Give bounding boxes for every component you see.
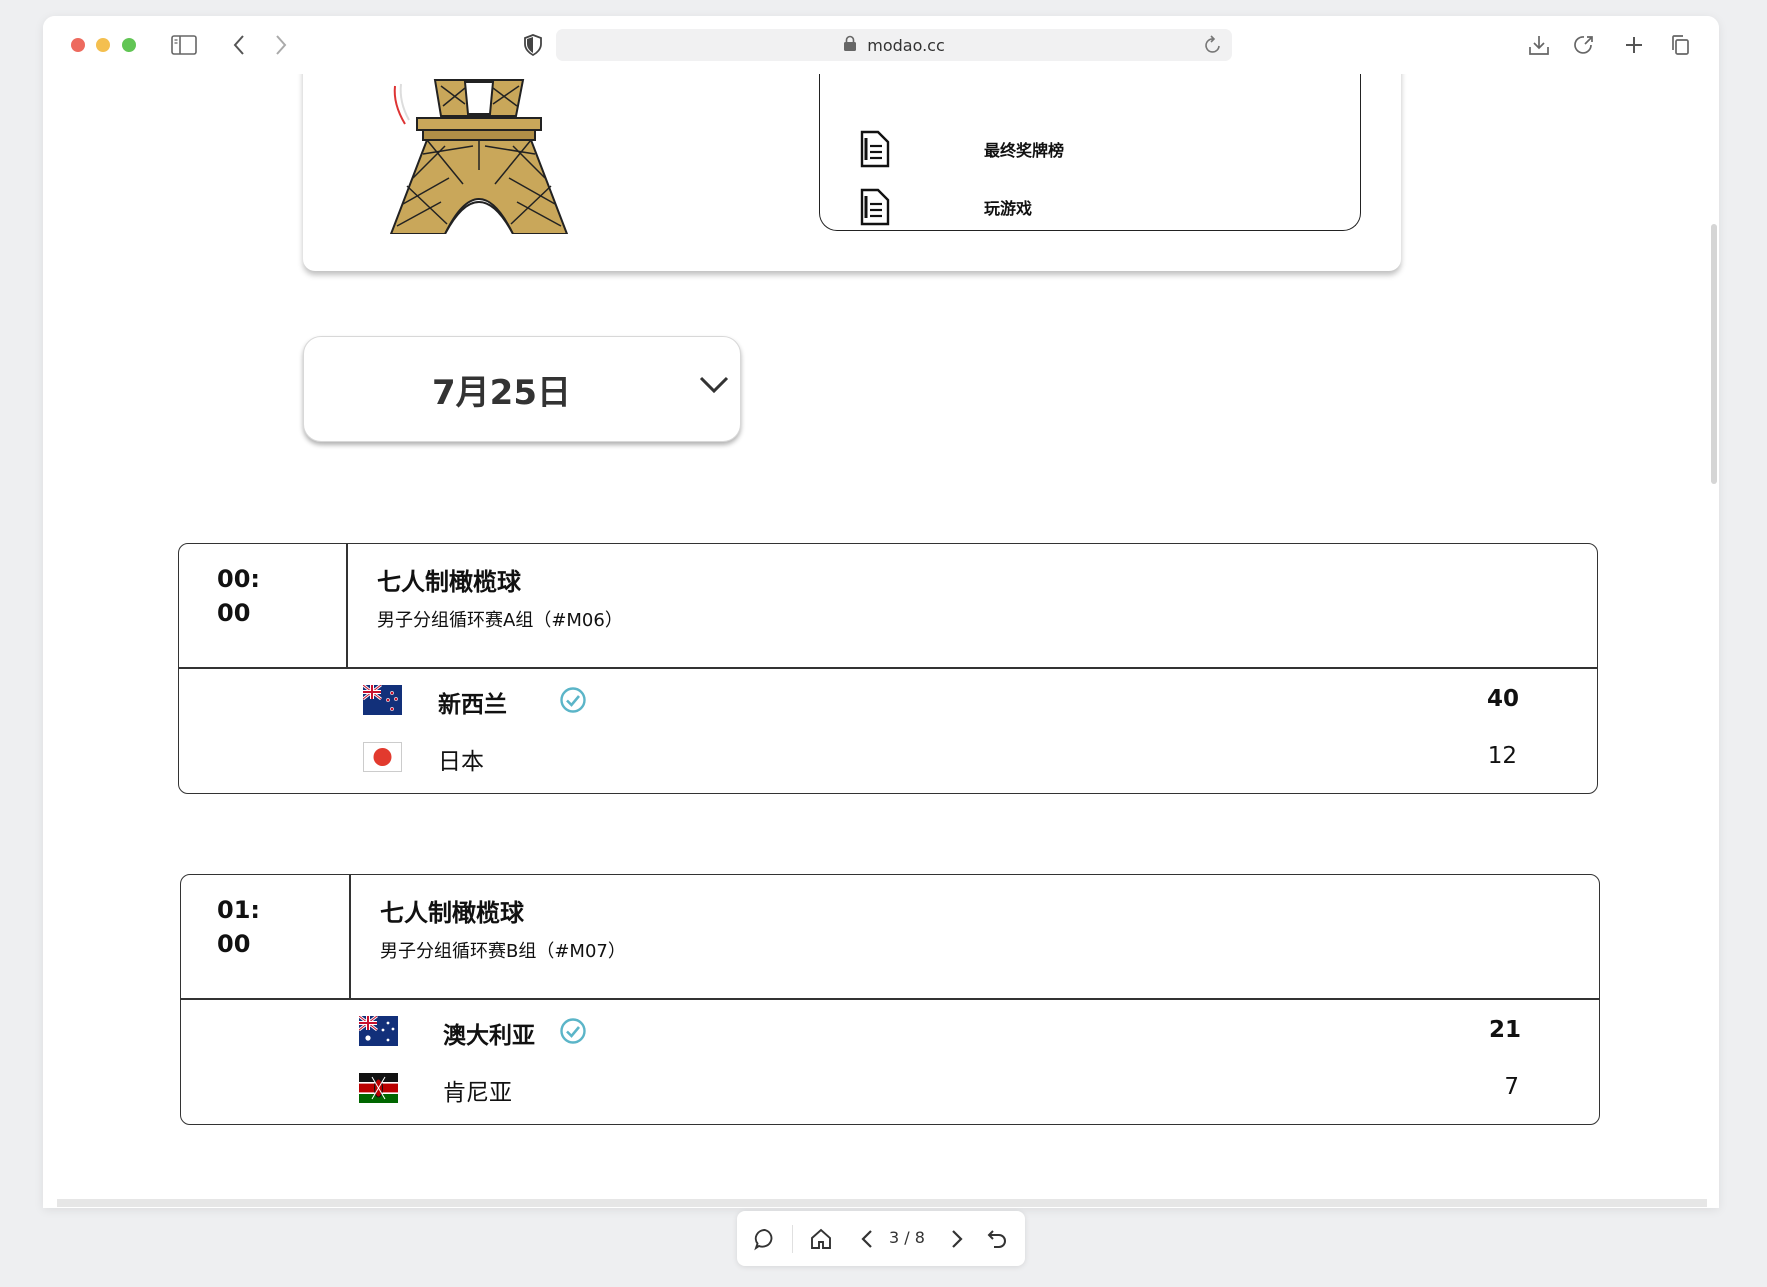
kenya-flag-icon xyxy=(359,1073,398,1103)
chevron-down-icon xyxy=(698,375,730,399)
previous-page-icon[interactable] xyxy=(853,1225,881,1253)
team-score: 7 xyxy=(1504,1074,1519,1100)
new-tab-icon[interactable] xyxy=(1621,32,1647,58)
team-name: 日本 xyxy=(438,749,484,775)
download-icon[interactable] xyxy=(1526,32,1552,58)
document-icon xyxy=(858,188,892,226)
divider xyxy=(349,875,351,999)
team-name: 新西兰 xyxy=(438,692,507,718)
comment-icon[interactable] xyxy=(751,1225,779,1253)
url-text: modao.cc xyxy=(867,35,945,55)
match-round: 男子分组循环赛A组（#M06） xyxy=(377,610,623,631)
match-sport: 七人制橄榄球 xyxy=(380,899,524,927)
document-icon xyxy=(858,130,892,168)
address-bar[interactable]: modao.cc xyxy=(556,29,1232,61)
date-dropdown[interactable]: 7月25日 xyxy=(303,336,741,442)
shield-icon[interactable] xyxy=(520,32,546,58)
menu-item-label: 最终奖牌榜 xyxy=(984,141,1065,160)
new-zealand-flag-icon xyxy=(362,683,402,715)
divider xyxy=(346,544,348,668)
japan-flag-icon xyxy=(363,742,402,772)
browser-toolbar: modao.cc xyxy=(43,16,1719,74)
team-row: 日本 12 xyxy=(179,737,1597,777)
match-time: 01: 00 xyxy=(217,896,260,958)
divider xyxy=(792,1225,793,1253)
team-name: 澳大利亚 xyxy=(443,1023,535,1049)
team-row: 澳大利亚 21 xyxy=(181,1011,1599,1051)
menu-item-play-game[interactable]: 玩游戏 xyxy=(858,188,1032,226)
team-row: 新西兰 40 xyxy=(179,680,1597,720)
menu-item-medal-table[interactable]: 最终奖牌榜 xyxy=(858,130,1064,168)
menu-item-label: 玩游戏 xyxy=(984,199,1033,218)
lock-icon xyxy=(843,35,857,56)
divider xyxy=(181,998,1599,1000)
match-card[interactable]: 01: 00 七人制橄榄球 男子分组循环赛B组（#M07） 澳大利亚 21 肯尼… xyxy=(180,874,1600,1125)
match-sport: 七人制橄榄球 xyxy=(377,568,521,596)
date-dropdown-value: 7月25日 xyxy=(432,372,571,413)
eiffel-tower-illustration xyxy=(383,74,573,238)
team-score: 40 xyxy=(1486,686,1519,712)
back-icon[interactable] xyxy=(226,32,252,58)
team-name: 肯尼亚 xyxy=(443,1080,512,1106)
winner-check-icon xyxy=(559,686,587,714)
vertical-scrollbar[interactable] xyxy=(1711,224,1717,484)
zoom-window-button[interactable] xyxy=(122,38,136,52)
horizontal-scrollbar[interactable] xyxy=(57,1199,1707,1207)
minimize-window-button[interactable] xyxy=(96,38,110,52)
close-window-button[interactable] xyxy=(71,38,85,52)
team-row: 肯尼亚 7 xyxy=(181,1068,1599,1108)
quick-menu: 最终奖牌榜 玩游戏 xyxy=(819,74,1361,231)
page-indicator: 3 / 8 xyxy=(889,1228,925,1247)
team-score: 21 xyxy=(1488,1017,1521,1043)
tab-overview-icon[interactable] xyxy=(1667,32,1693,58)
prototype-nav-bar: 3 / 8 xyxy=(737,1211,1025,1266)
sidebar-toggle-icon[interactable] xyxy=(171,32,197,58)
australia-flag-icon xyxy=(358,1014,398,1046)
forward-icon[interactable] xyxy=(268,32,294,58)
reload-icon[interactable] xyxy=(1204,35,1222,59)
home-icon[interactable] xyxy=(807,1225,835,1253)
next-page-icon[interactable] xyxy=(943,1225,971,1253)
match-round: 男子分组循环赛B组（#M07） xyxy=(380,941,626,962)
winner-check-icon xyxy=(559,1017,587,1045)
browser-window: modao.cc 最终奖牌榜 玩游戏 7月25日 00: 00 七人制橄榄球 男… xyxy=(43,16,1719,1208)
hero-card: 最终奖牌榜 玩游戏 xyxy=(303,74,1401,271)
share-icon[interactable] xyxy=(1571,32,1597,58)
match-card[interactable]: 00: 00 七人制橄榄球 男子分组循环赛A组（#M06） 新西兰 40 日本 … xyxy=(178,543,1598,794)
match-time: 00: 00 xyxy=(217,565,260,627)
page-content: 最终奖牌榜 玩游戏 7月25日 00: 00 七人制橄榄球 男子分组循环赛A组（… xyxy=(43,74,1719,1208)
divider xyxy=(179,667,1597,669)
team-score: 12 xyxy=(1487,743,1517,769)
undo-icon[interactable] xyxy=(983,1225,1011,1253)
